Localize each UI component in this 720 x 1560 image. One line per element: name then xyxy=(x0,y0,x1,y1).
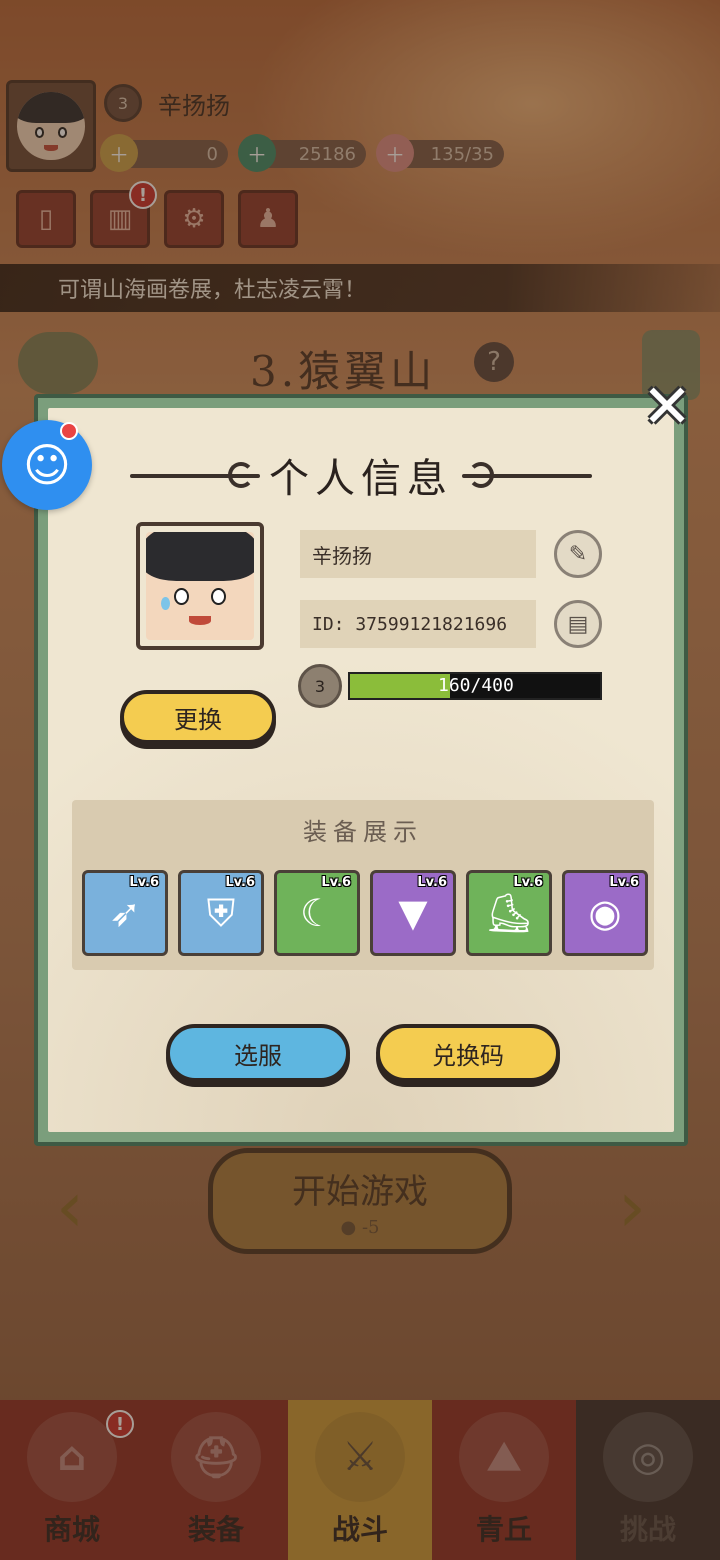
profile-modal: 个人信息 辛扬扬 ✎ ID: 37599121821696 ▤ 3 160/40… xyxy=(34,394,688,1146)
player-id-field: ID: 37599121821696 xyxy=(300,600,536,648)
title-divider-right xyxy=(462,474,592,478)
equipment-level: Lv.6 xyxy=(609,875,639,890)
change-avatar-label: 更换 xyxy=(174,705,222,734)
close-modal-button[interactable]: ✕ xyxy=(640,377,694,437)
equipment-level: Lv.6 xyxy=(417,875,447,890)
belt-icon: ▼ xyxy=(398,891,428,935)
boots-icon: ⛸ xyxy=(484,890,534,935)
ring-icon: ◉ xyxy=(588,891,622,935)
crossbow-icon: ➶ xyxy=(109,891,141,935)
equipment-slot-armor[interactable]: ⛨ Lv.6 xyxy=(178,870,264,956)
profile-modal-paper: 个人信息 辛扬扬 ✎ ID: 37599121821696 ▤ 3 160/40… xyxy=(48,408,674,1132)
profile-level-badge: 3 xyxy=(298,664,342,708)
xp-progress-bar: 160/400 xyxy=(348,672,602,700)
equipment-level: Lv.6 xyxy=(129,875,159,890)
xp-progress-fill xyxy=(350,674,450,698)
player-name-field: 辛扬扬 xyxy=(300,530,536,578)
redeem-code-label: 兑换码 xyxy=(432,1041,504,1070)
equipment-level: Lv.6 xyxy=(225,875,255,890)
equipment-level: Lv.6 xyxy=(321,875,351,890)
change-avatar-button[interactable]: 更换 xyxy=(120,690,276,744)
equipment-slot-weapon[interactable]: ➶ Lv.6 xyxy=(82,870,168,956)
equipment-slot-necklace[interactable]: ☾ Lv.6 xyxy=(274,870,360,956)
portrait-face xyxy=(146,532,254,640)
floating-user-icon[interactable]: ☺ xyxy=(2,420,92,510)
necklace-icon: ☾ xyxy=(299,891,335,935)
equipment-slot-boots[interactable]: ⛸ Lv.6 xyxy=(466,870,552,956)
equipment-title: 装备展示 xyxy=(303,818,423,846)
equipment-level: Lv.6 xyxy=(513,875,543,890)
profile-portrait xyxy=(136,522,264,650)
equipment-slot-ring[interactable]: ◉ Lv.6 xyxy=(562,870,648,956)
select-server-label: 选服 xyxy=(234,1041,282,1070)
select-server-button[interactable]: 选服 xyxy=(166,1024,350,1082)
equipment-showcase: 装备展示 ➶ Lv.6 ⛨ Lv.6 ☾ Lv.6 ▼ Lv.6 ⛸ Lv.6 … xyxy=(72,800,654,970)
edit-name-brush-icon[interactable]: ✎ xyxy=(554,530,602,578)
copy-id-icon[interactable]: ▤ xyxy=(554,600,602,648)
floating-notification-dot xyxy=(60,422,78,440)
equipment-slot-belt[interactable]: ▼ Lv.6 xyxy=(370,870,456,956)
redeem-code-button[interactable]: 兑换码 xyxy=(376,1024,560,1082)
xp-progress-text: 160/400 xyxy=(438,675,514,696)
armor-icon: ⛨ xyxy=(206,890,236,935)
equipment-row: ➶ Lv.6 ⛨ Lv.6 ☾ Lv.6 ▼ Lv.6 ⛸ Lv.6 ◉ Lv.… xyxy=(82,870,648,956)
